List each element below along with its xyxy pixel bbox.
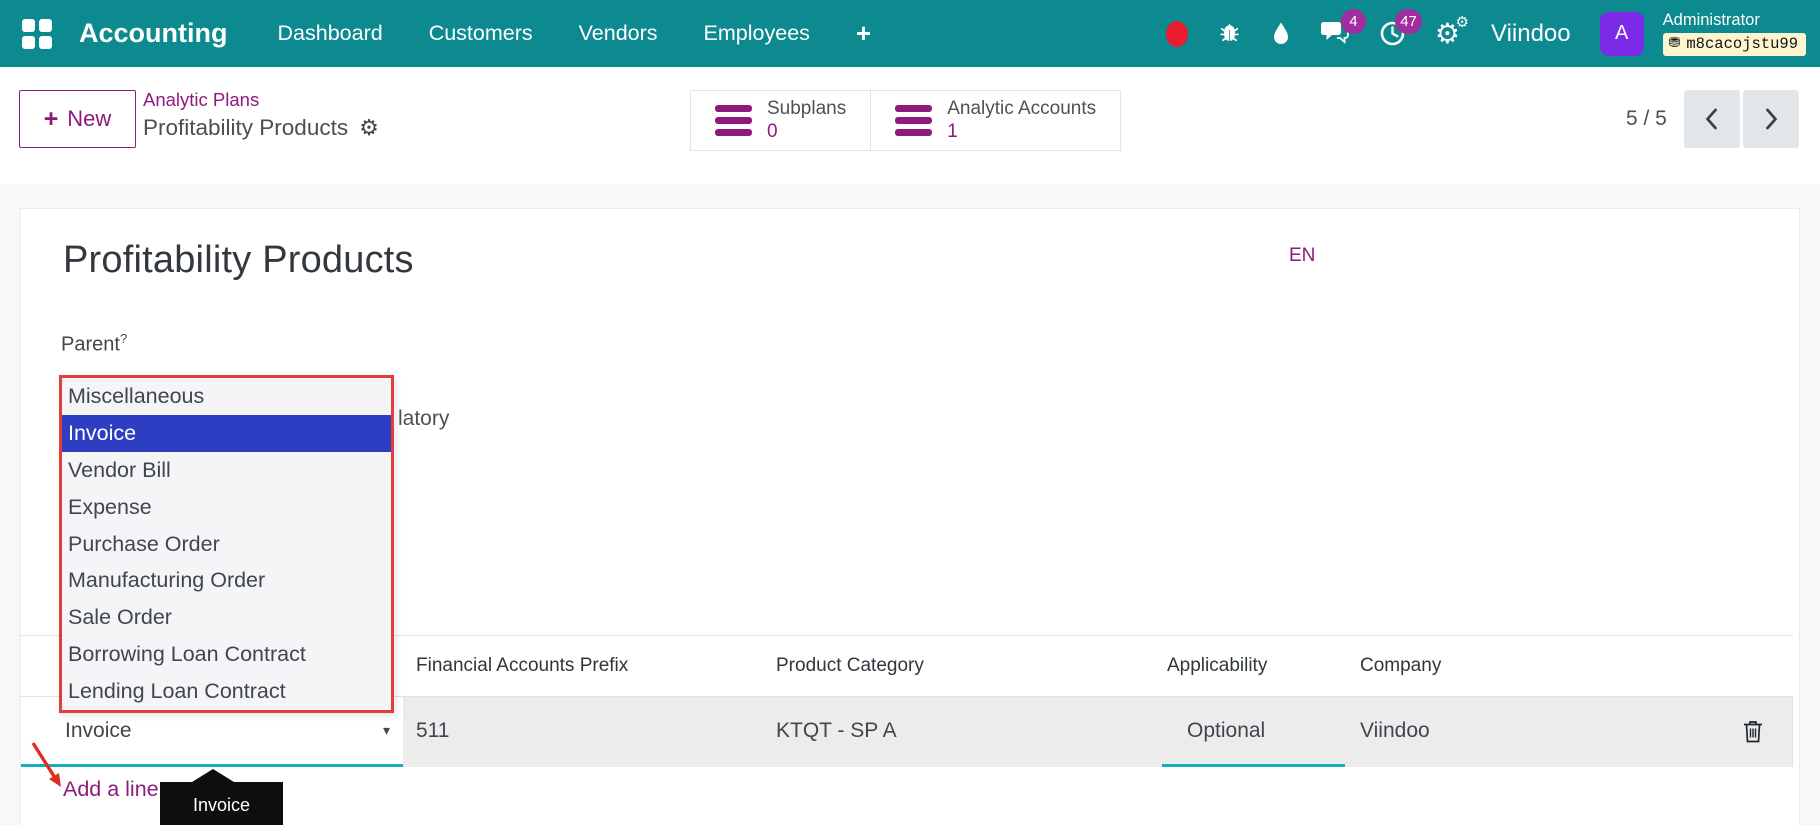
- droplet-icon[interactable]: [1271, 21, 1291, 47]
- app-name[interactable]: Accounting: [79, 18, 228, 49]
- user-name: Administrator: [1662, 11, 1760, 29]
- new-button-label: New: [67, 106, 112, 131]
- breadcrumb-current: Profitability Products: [143, 115, 349, 140]
- action-gear-icon[interactable]: ⚙: [359, 117, 379, 139]
- parent-field-label: Parent?: [61, 331, 127, 357]
- form-card: Profitability Products EN Parent? latory…: [20, 208, 1800, 825]
- user-menu[interactable]: Administrator ⛃ m8cacojstu99: [1662, 11, 1806, 56]
- activity-badge: 47: [1395, 9, 1422, 34]
- language-badge[interactable]: EN: [1289, 245, 1315, 267]
- analytic-accounts-label: Analytic Accounts: [947, 97, 1097, 119]
- column-header-category: Product Category: [776, 655, 924, 676]
- cell-company[interactable]: Viindoo: [1360, 697, 1430, 764]
- column-header-prefix: Financial Accounts Prefix: [416, 655, 629, 676]
- column-header-applicability: Applicability: [1167, 655, 1268, 676]
- nav-employees[interactable]: Employees: [704, 21, 810, 46]
- pager-count: 5 / 5: [1626, 107, 1667, 130]
- messages-badge: 4: [1340, 9, 1366, 34]
- dropdown-option-lending-loan-contract[interactable]: Lending Loan Contract: [62, 673, 391, 710]
- annotation-arrow: [31, 742, 61, 787]
- breadcrumb: Analytic Plans Profitability Products ⚙: [143, 89, 379, 141]
- database-badge: ⛃ m8cacojstu99: [1662, 33, 1806, 56]
- list-icon: [895, 105, 933, 136]
- subplans-button[interactable]: Subplans 0: [690, 90, 872, 151]
- nav-vendors[interactable]: Vendors: [579, 21, 658, 46]
- nav-dashboard[interactable]: Dashboard: [278, 21, 383, 46]
- stat-buttons: Subplans 0 Analytic Accounts 1: [690, 90, 1122, 151]
- dropdown-option-miscellaneous[interactable]: Miscellaneous: [62, 378, 391, 415]
- column-header-company: Company: [1360, 655, 1442, 676]
- topbar-right: 4 47 ⚙ ⚙ Viindoo A Administrator ⛃ m8cac…: [1165, 9, 1806, 56]
- dropdown-option-manufacturing-order[interactable]: Manufacturing Order: [62, 562, 391, 599]
- apps-menu-icon[interactable]: [22, 18, 52, 49]
- top-navbar: Accounting Dashboard Customers Vendors E…: [0, 0, 1820, 67]
- messages-icon[interactable]: 4: [1320, 9, 1366, 47]
- pager: 5 / 5: [1626, 90, 1799, 148]
- parent-dropdown-list: Miscellaneous Invoice Vendor Bill Expens…: [59, 375, 394, 713]
- dropdown-option-invoice[interactable]: Invoice: [62, 414, 391, 452]
- help-icon: ?: [119, 331, 128, 346]
- database-name: m8cacojstu99: [1686, 35, 1798, 53]
- breadcrumb-parent[interactable]: Analytic Plans: [143, 89, 379, 111]
- page-title[interactable]: Profitability Products: [63, 239, 414, 282]
- pager-previous-button[interactable]: [1683, 90, 1740, 148]
- caret-down-icon: ▾: [382, 722, 390, 738]
- record-indicator-icon[interactable]: [1165, 20, 1188, 47]
- analytic-accounts-count: 1: [947, 120, 958, 142]
- cell-prefix[interactable]: 511: [416, 697, 449, 764]
- cell-category[interactable]: KTQT - SP A: [776, 697, 897, 764]
- settings-gears-icon[interactable]: ⚙ ⚙: [1435, 14, 1469, 48]
- dropdown-option-vendor-bill[interactable]: Vendor Bill: [62, 452, 391, 489]
- gear-glyph-small: ⚙: [1455, 13, 1469, 31]
- clipped-text-mandatory: latory: [398, 407, 450, 430]
- nav-customers[interactable]: Customers: [429, 21, 533, 46]
- dropdown-option-borrowing-loan-contract[interactable]: Borrowing Loan Contract: [62, 636, 391, 673]
- dropdown-option-purchase-order[interactable]: Purchase Order: [62, 526, 391, 563]
- tooltip: Invoice: [160, 782, 283, 825]
- database-icon: ⛃: [1668, 36, 1681, 52]
- list-icon: [715, 105, 752, 136]
- analytic-accounts-button[interactable]: Analytic Accounts 1: [870, 90, 1122, 151]
- main-menu: Dashboard Customers Vendors Employees +: [278, 18, 872, 49]
- parent-label-text: Parent: [61, 333, 120, 356]
- brand-link[interactable]: Viindoo: [1491, 20, 1571, 48]
- dropdown-option-sale-order[interactable]: Sale Order: [62, 599, 391, 636]
- plus-icon: +: [43, 104, 59, 133]
- cell-applicability[interactable]: Optional: [1162, 697, 1345, 767]
- pager-next-button[interactable]: [1742, 90, 1799, 148]
- tooltip-caret: [192, 769, 234, 782]
- new-button[interactable]: + New: [19, 90, 136, 148]
- dropdown-option-expense[interactable]: Expense: [62, 489, 391, 526]
- avatar[interactable]: A: [1599, 11, 1644, 56]
- trash-icon[interactable]: [1743, 720, 1763, 748]
- activity-clock-icon[interactable]: 47: [1379, 9, 1422, 47]
- subplans-count: 0: [767, 120, 778, 142]
- bug-icon[interactable]: [1217, 21, 1242, 47]
- app-window: Accounting Dashboard Customers Vendors E…: [0, 0, 1820, 825]
- nav-plus-icon[interactable]: +: [856, 18, 871, 49]
- control-panel: + New Analytic Plans Profitability Produ…: [0, 67, 1820, 184]
- subplans-label: Subplans: [767, 97, 847, 119]
